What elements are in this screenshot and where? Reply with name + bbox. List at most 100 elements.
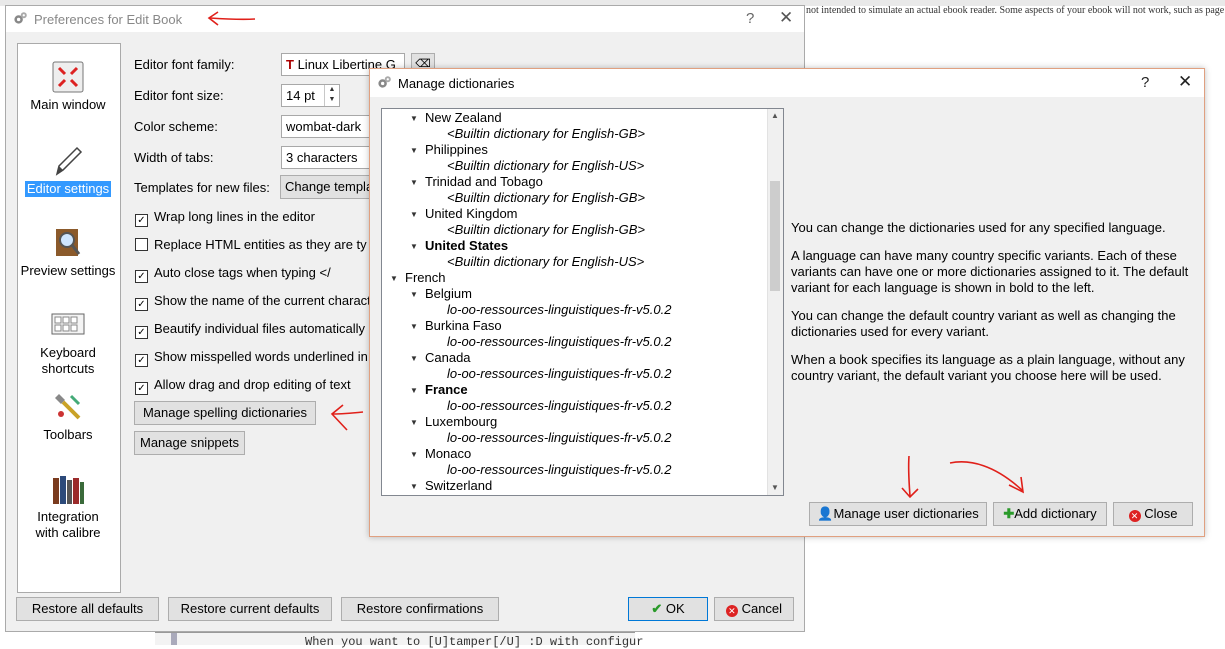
close-button[interactable]: ✕ bbox=[779, 8, 793, 28]
tree-dictionary-item[interactable]: <Builtin dictionary for English-US> bbox=[447, 158, 644, 174]
check-misspelled[interactable]: ✓ Show misspelled words underlined in bbox=[135, 349, 368, 367]
tree-dictionary-item[interactable]: <Builtin dictionary for English-US> bbox=[447, 254, 644, 270]
color-scheme-value: wombat-dark bbox=[286, 119, 362, 134]
color-scheme-combo[interactable]: wombat-dark bbox=[281, 115, 376, 138]
tree-dictionary-item[interactable]: <Builtin dictionary for English-GB> bbox=[447, 190, 645, 206]
expand-arrow-icon[interactable]: ▼ bbox=[410, 146, 418, 155]
sidebar-item-keyboard-shortcuts[interactable]: Keyboard shortcuts bbox=[18, 308, 118, 377]
background-notice-text: not intended to simulate an actual ebook… bbox=[806, 5, 1225, 16]
add-dictionary-button[interactable]: ✚Add dictionary bbox=[993, 502, 1107, 526]
tree-dictionary-item[interactable]: lo-oo-ressources-linguistiques-fr-v5.0.2 bbox=[447, 366, 671, 382]
sidebar-item-editor-settings[interactable]: Editor settings bbox=[18, 144, 118, 197]
checkbox[interactable]: ✓ bbox=[135, 326, 148, 339]
tree-dictionary-item[interactable]: lo-oo-ressources-linguistiques-fr-v5.0.2 bbox=[447, 430, 671, 446]
manage-snippets-button[interactable]: Manage snippets bbox=[134, 431, 245, 455]
expand-arrow-icon[interactable]: ▼ bbox=[410, 418, 418, 427]
scroll-down-icon[interactable]: ▼ bbox=[771, 483, 779, 492]
cancel-button[interactable]: ✕ Cancel bbox=[714, 597, 794, 621]
tree-country-item[interactable]: Trinidad and Tobago bbox=[425, 174, 543, 190]
expand-arrow-icon[interactable]: ▼ bbox=[410, 114, 418, 123]
change-templates-button[interactable]: Change templa bbox=[280, 175, 376, 199]
check-auto-close-tags[interactable]: ✓ Auto close tags when typing </ bbox=[135, 265, 331, 283]
check-replace-entities[interactable]: Replace HTML entities as they are ty bbox=[135, 237, 367, 252]
restore-confirmations-button[interactable]: Restore confirmations bbox=[341, 597, 499, 621]
user-icon: 👤 bbox=[817, 506, 834, 521]
tree-country-item[interactable]: Belgium bbox=[425, 286, 472, 302]
tree-dictionary-item[interactable]: lo-oo-ressources-linguistiques-fr-v5.0.2 bbox=[447, 334, 671, 350]
check-label: Wrap long lines in the editor bbox=[154, 209, 315, 224]
tree-country-item[interactable]: United States bbox=[425, 238, 508, 254]
books-icon bbox=[53, 476, 84, 504]
scrollbar-thumb[interactable] bbox=[770, 181, 780, 291]
tree-country-item[interactable]: Philippines bbox=[425, 142, 488, 158]
dialog-title: Manage dictionaries bbox=[398, 76, 515, 91]
sidebar-item-preview-settings[interactable]: Preview settings bbox=[18, 226, 118, 279]
plus-icon: ✚ bbox=[1003, 506, 1015, 521]
dialog-close-action-button[interactable]: ✕ Close bbox=[1113, 502, 1193, 526]
tree-dictionary-item[interactable]: <Builtin dictionary for English-GB> bbox=[447, 126, 645, 142]
tree-country-item[interactable]: Switzerland bbox=[425, 478, 492, 494]
check-drag-drop[interactable]: ✓ Allow drag and drop editing of text bbox=[135, 377, 351, 395]
check-label: Beautify individual files automatically bbox=[154, 321, 365, 336]
tree-country-item[interactable]: France bbox=[425, 382, 468, 398]
checkbox[interactable]: ✓ bbox=[135, 214, 148, 227]
expand-arrow-icon[interactable]: ▼ bbox=[390, 274, 398, 283]
checkbox[interactable]: ✓ bbox=[135, 382, 148, 395]
tree-country-item[interactable]: New Zealand bbox=[425, 110, 502, 126]
restore-all-defaults-button[interactable]: Restore all defaults bbox=[16, 597, 159, 621]
tree-dictionary-item[interactable]: lo-oo-ressources-linguistiques-fr-v5.0.2 bbox=[447, 398, 671, 414]
check-show-char-name[interactable]: ✓ Show the name of the current charact bbox=[135, 293, 371, 311]
font-type-icon: T bbox=[286, 57, 294, 72]
tree-dictionary-item[interactable]: lo-oo-ressources-linguistiques-fr-v5.0.2 bbox=[447, 302, 671, 318]
tabs-width-spinbox[interactable]: 3 characters bbox=[281, 146, 376, 169]
tree-dictionary-item[interactable]: lo-oo-ressources-linguistiques-fr-v5.0.2 bbox=[447, 462, 671, 478]
tree-scrollbar[interactable]: ▲ ▼ bbox=[767, 109, 783, 495]
restore-current-defaults-button[interactable]: Restore current defaults bbox=[168, 597, 332, 621]
tree-dictionary-item[interactable]: <Builtin dictionary for English-GB> bbox=[447, 222, 645, 238]
tree-language-item[interactable]: French bbox=[405, 270, 445, 286]
sidebar-item-integration[interactable]: Integration with calibre bbox=[18, 472, 118, 541]
check-label: Show misspelled words underlined in bbox=[154, 349, 368, 364]
tree-country-item[interactable]: Canada bbox=[425, 350, 471, 366]
manage-user-label: Manage user dictionaries bbox=[833, 506, 979, 521]
dictionary-tree[interactable]: ▼ New Zealand <Builtin dictionary for Engl… bbox=[381, 108, 784, 496]
templates-label: Templates for new files: bbox=[134, 180, 270, 195]
sidebar-item-toolbars[interactable]: Toolbars bbox=[18, 390, 118, 443]
expand-arrow-icon[interactable]: ▼ bbox=[410, 242, 418, 251]
manage-user-dictionaries-button[interactable]: 👤Manage user dictionaries bbox=[809, 502, 987, 526]
checkbox[interactable]: ✓ bbox=[135, 354, 148, 367]
expand-arrow-icon[interactable]: ▼ bbox=[410, 354, 418, 363]
expand-arrow-icon[interactable]: ▼ bbox=[410, 178, 418, 187]
tree-country-item[interactable]: Burkina Faso bbox=[425, 318, 502, 334]
keyboard-icon bbox=[51, 313, 85, 335]
expand-arrow-icon[interactable]: ▼ bbox=[410, 322, 418, 331]
spin-arrows-icon[interactable]: ▲ ▼ bbox=[324, 85, 339, 106]
background-editor-strip: When you want to [U]tamper[/U] :D with c… bbox=[155, 632, 643, 649]
expand-arrow-icon[interactable]: ▼ bbox=[410, 290, 418, 299]
dialog-close-button[interactable]: ✕ bbox=[1178, 72, 1192, 92]
checkbox[interactable] bbox=[135, 238, 148, 251]
sidebar-item-label: Integration with calibre bbox=[35, 509, 101, 540]
checkbox[interactable]: ✓ bbox=[135, 270, 148, 283]
check-wrap-lines[interactable]: ✓ Wrap long lines in the editor bbox=[135, 209, 315, 227]
expand-arrow-icon[interactable]: ▼ bbox=[410, 210, 418, 219]
expand-arrow-icon[interactable]: ▼ bbox=[410, 386, 418, 395]
check-beautify[interactable]: ✓ Beautify individual files automatically bbox=[135, 321, 365, 339]
help-button[interactable]: ? bbox=[746, 10, 754, 27]
font-size-value: 14 pt bbox=[286, 88, 315, 103]
tree-country-item[interactable]: Luxembourg bbox=[425, 414, 497, 430]
tabs-width-value: 3 characters bbox=[286, 150, 358, 165]
manage-spelling-button[interactable]: Manage spelling dictionaries bbox=[134, 401, 316, 425]
tree-country-item[interactable]: United Kingdom bbox=[425, 206, 518, 222]
expand-arrow-icon[interactable]: ▼ bbox=[410, 482, 418, 491]
background-code-text: When you want to [U]tamper[/U] :D with c… bbox=[305, 635, 644, 649]
tree-country-item[interactable]: Monaco bbox=[425, 446, 471, 462]
sidebar-item-main-window[interactable]: Main window bbox=[18, 60, 118, 113]
dialog-help-button[interactable]: ? bbox=[1141, 74, 1149, 91]
font-size-spinbox[interactable]: 14 pt ▲ ▼ bbox=[281, 84, 340, 107]
expand-arrow-icon[interactable]: ▼ bbox=[410, 450, 418, 459]
check-label: Replace HTML entities as they are ty bbox=[154, 237, 367, 252]
scroll-up-icon[interactable]: ▲ bbox=[771, 111, 779, 120]
checkbox[interactable]: ✓ bbox=[135, 298, 148, 311]
ok-button[interactable]: ✔ OK bbox=[628, 597, 708, 621]
